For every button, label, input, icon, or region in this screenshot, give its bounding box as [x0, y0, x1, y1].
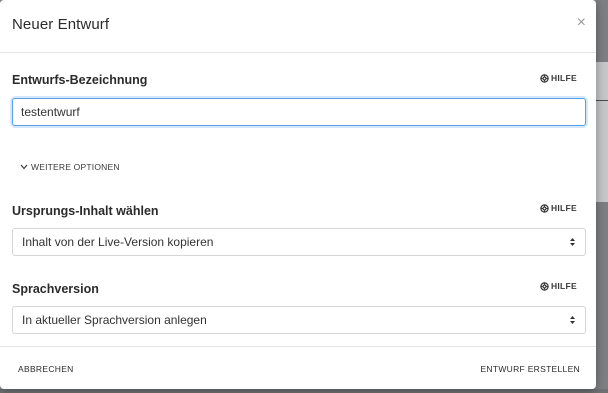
language-version-label: Sprachversion [12, 282, 99, 296]
more-options-toggle[interactable]: WEITERE OPTIONEN [20, 162, 120, 172]
sort-arrows-icon [569, 236, 576, 248]
background-divider [596, 100, 608, 101]
language-version-value: In aktueller Sprachversion anlegen [22, 313, 207, 327]
help-label: HILFE [550, 73, 577, 83]
help-label: HILFE [550, 281, 577, 291]
dialog-footer: ABBRECHEN ENTWURF ERSTELLEN [0, 346, 596, 389]
chevron-down-icon [20, 162, 28, 172]
help-label: HILFE [550, 203, 577, 213]
language-version-select[interactable]: In aktueller Sprachversion anlegen [12, 306, 586, 334]
sort-arrows-icon [569, 314, 576, 326]
new-draft-dialog: Neuer Entwurf × Entwurfs-Bezeichnung HIL… [0, 0, 596, 389]
origin-content-value: Inhalt von der Live-Version kopieren [22, 235, 214, 249]
close-icon[interactable]: × [577, 14, 586, 32]
background-bottom [0, 389, 608, 393]
help-circle-icon [540, 73, 549, 83]
cancel-button[interactable]: ABBRECHEN [18, 364, 74, 374]
origin-help-link[interactable]: HILFE [540, 203, 577, 213]
dialog-title: Neuer Entwurf [12, 16, 110, 33]
dialog-header: Neuer Entwurf × [0, 0, 596, 53]
help-circle-icon [540, 203, 549, 213]
draft-name-input[interactable] [12, 98, 586, 126]
more-options-label: WEITERE OPTIONEN [31, 162, 120, 172]
create-draft-button[interactable]: ENTWURF ERSTELLEN [480, 364, 580, 374]
origin-content-select[interactable]: Inhalt von der Live-Version kopieren [12, 228, 586, 256]
draft-name-help-link[interactable]: HILFE [540, 73, 577, 83]
origin-content-label: Ursprungs-Inhalt wählen [12, 204, 159, 218]
help-circle-icon [540, 281, 549, 291]
draft-name-label: Entwurfs-Bezeichnung [12, 73, 148, 87]
language-help-link[interactable]: HILFE [540, 281, 577, 291]
background-card [596, 62, 608, 202]
